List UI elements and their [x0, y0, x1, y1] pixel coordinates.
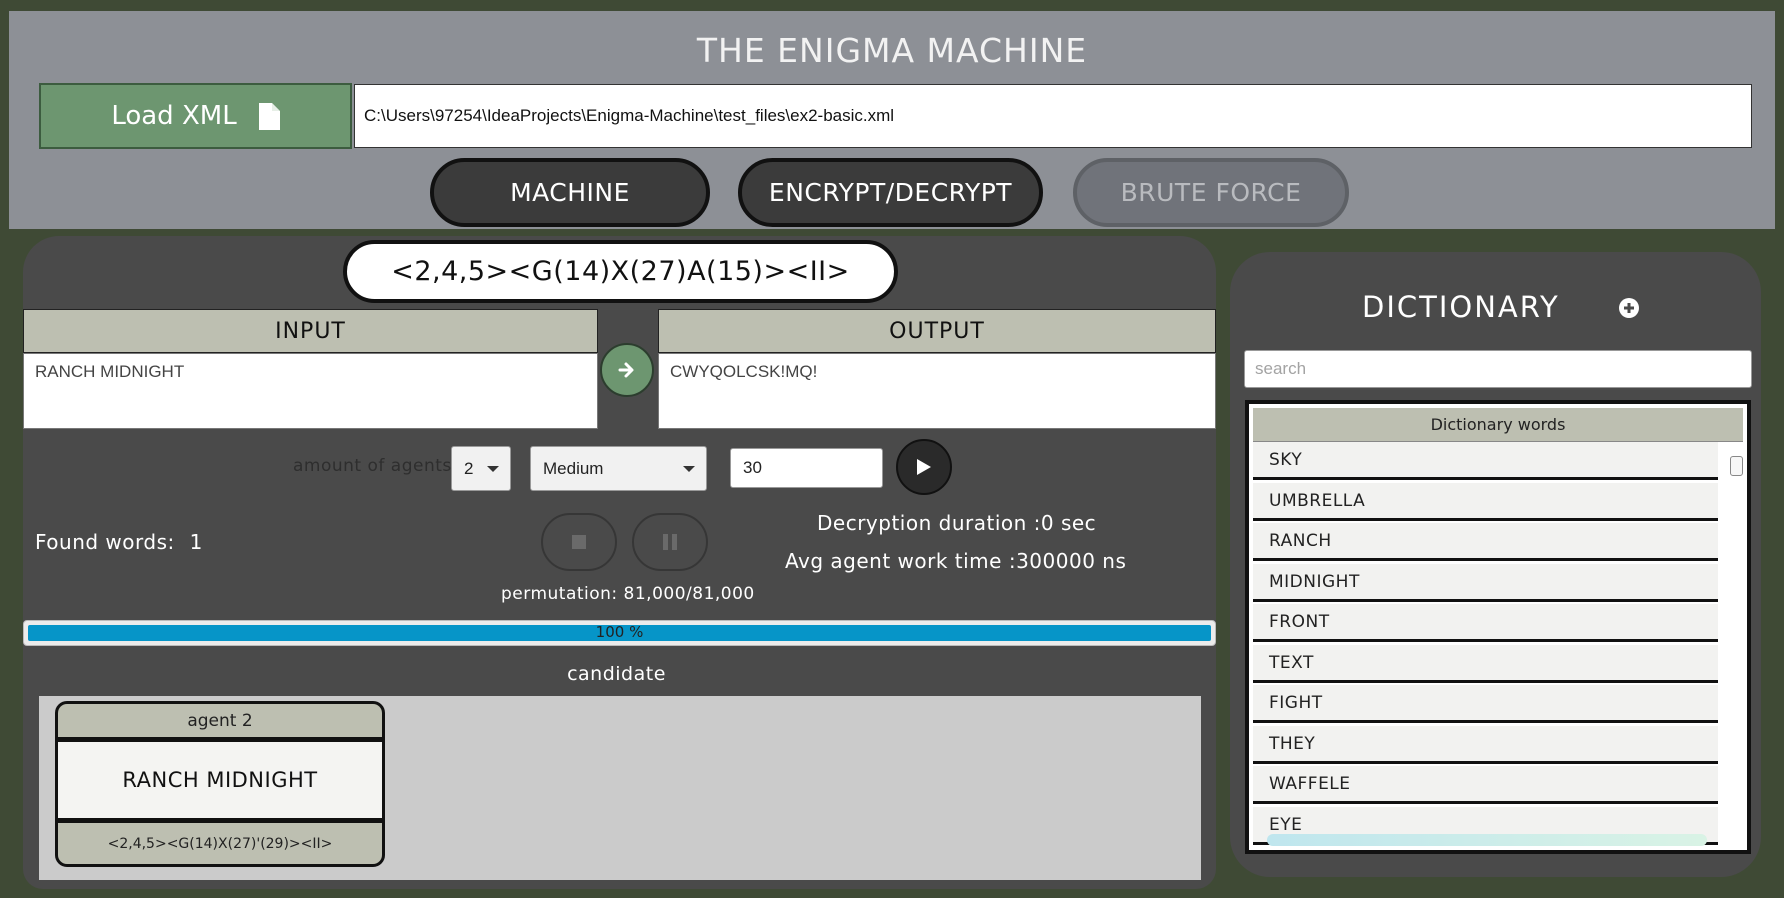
dictionary-word[interactable]: RANCH	[1253, 523, 1718, 561]
play-icon	[917, 459, 931, 475]
dictionary-word[interactable]: THEY	[1253, 726, 1718, 764]
output-header: OUTPUT	[658, 309, 1216, 353]
input-field[interactable]: RANCH MIDNIGHT	[23, 353, 598, 429]
dictionary-word[interactable]: SKY	[1253, 442, 1718, 480]
tab-encrypt-decrypt[interactable]: ENCRYPT/DECRYPT	[738, 158, 1043, 227]
start-button[interactable]	[896, 439, 952, 495]
pause-button[interactable]	[632, 513, 708, 571]
output-field: CWYQOLCSK!MQ!	[658, 353, 1216, 429]
decryption-duration: Decryption duration :0 sec	[817, 511, 1097, 535]
agents-select[interactable]: 2	[451, 446, 511, 491]
dictionary-word[interactable]: UMBRELLA	[1253, 483, 1718, 521]
candidate-word: RANCH MIDNIGHT	[58, 742, 382, 818]
dictionary-title: DICTIONARY	[1362, 290, 1560, 324]
stop-icon	[572, 535, 586, 549]
plus-circle-icon[interactable]	[1618, 297, 1640, 319]
file-path-field[interactable]: C:\Users\97254\IdeaProjects\Enigma-Machi…	[354, 84, 1752, 148]
found-words: Found words: 1	[35, 530, 203, 554]
input-header: INPUT	[23, 309, 598, 353]
dictionary-column-header: Dictionary words	[1253, 408, 1743, 442]
agents-select-value: 2	[464, 458, 474, 478]
tab-machine[interactable]: MACHINE	[430, 158, 710, 227]
progress-percent: 100 %	[595, 623, 644, 641]
dictionary-word[interactable]: TEXT	[1253, 645, 1718, 683]
avg-agent-work-time: Avg agent work time :300000 ns	[785, 549, 1127, 573]
load-xml-label: Load XML	[111, 101, 237, 131]
current-configuration: <2,4,5><G(14)X(27)A(15)><II>	[343, 240, 898, 303]
horizontal-scrollbar[interactable]	[1267, 834, 1707, 846]
chevron-down-icon	[487, 466, 499, 472]
vertical-scrollbar[interactable]	[1730, 456, 1743, 476]
found-words-count: 1	[189, 530, 203, 554]
dictionary-word[interactable]: WAFFELE	[1253, 766, 1718, 804]
dictionary-table: Dictionary words SKY UMBRELLA RANCH MIDN…	[1245, 400, 1751, 854]
dictionary-search-input[interactable]: search	[1244, 350, 1752, 388]
candidate-agent: agent 2	[58, 704, 382, 737]
top-header: THE ENIGMA MACHINE Load XML C:\Users\972…	[9, 11, 1775, 229]
dictionary-word[interactable]: FRONT	[1253, 604, 1718, 642]
candidate-configuration: <2,4,5><G(14)X(27)'(29)><II>	[58, 823, 382, 864]
load-xml-button[interactable]: Load XML	[39, 83, 352, 149]
chevron-down-icon	[683, 466, 695, 472]
progress-bar: 100 %	[23, 620, 1216, 646]
candidates-area: agent 2 RANCH MIDNIGHT <2,4,5><G(14)X(27…	[39, 696, 1201, 880]
process-button[interactable]	[600, 343, 654, 397]
tab-brute-force[interactable]: BRUTE FORCE	[1073, 158, 1349, 227]
candidates-title: candidate	[567, 663, 666, 685]
difficulty-select[interactable]: Medium	[530, 446, 707, 491]
arrow-right-icon	[618, 361, 636, 379]
pause-icon	[663, 534, 677, 550]
dictionary-word[interactable]: FIGHT	[1253, 685, 1718, 723]
file-icon	[258, 102, 280, 130]
stop-button[interactable]	[541, 513, 617, 571]
found-words-label: Found words:	[35, 530, 175, 554]
permutation-counter: permutation: 81,000/81,000	[501, 584, 755, 604]
dictionary-word[interactable]: MIDNIGHT	[1253, 564, 1718, 602]
agents-label: amount of agents:	[293, 456, 458, 476]
brute-force-panel: <2,4,5><G(14)X(27)A(15)><II> INPUT RANCH…	[23, 236, 1216, 889]
difficulty-select-value: Medium	[543, 458, 604, 478]
dictionary-panel: DICTIONARY search Dictionary words SKY U…	[1230, 252, 1761, 877]
task-size-field[interactable]: 30	[730, 448, 883, 488]
app-title: THE ENIGMA MACHINE	[696, 31, 1088, 70]
candidate-card: agent 2 RANCH MIDNIGHT <2,4,5><G(14)X(27…	[55, 701, 385, 867]
